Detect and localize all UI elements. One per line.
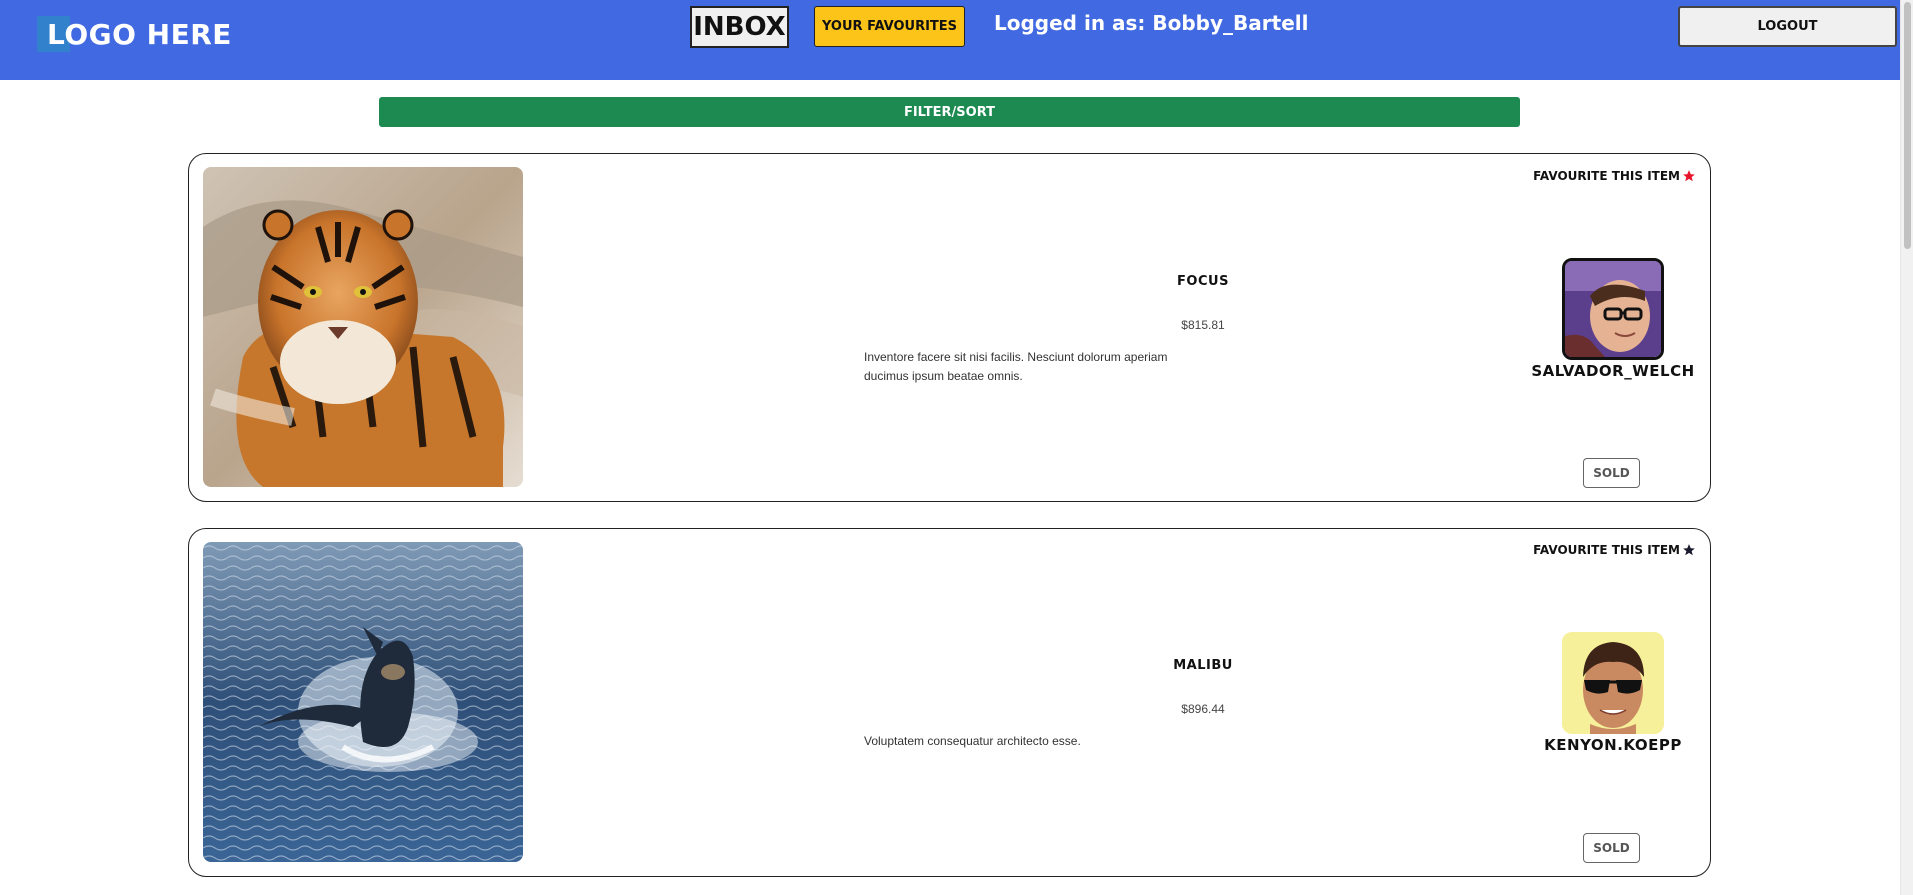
sold-status-button[interactable]: SOLD [1583,458,1640,488]
logged-in-user-text: Logged in as: Bobby_Bartell [994,11,1309,35]
item-price: $815.81 [1181,318,1225,332]
logo[interactable]: LOGO HERE [37,16,232,52]
item-title[interactable]: MALIBU [803,658,1603,673]
tiger-photo[interactable] [203,167,523,487]
seller-username[interactable]: SALVADOR_WELCH [1523,362,1703,380]
seller-info: SALVADOR_WELCH [1523,258,1703,380]
sold-status-button[interactable]: SOLD [1583,833,1640,863]
item-description: Inventore facere sit nisi facilis. Nesci… [864,350,1168,383]
logo-text: LOGO HERE [47,17,232,51]
star-icon[interactable] [1682,543,1696,557]
item-price: $896.44 [1181,702,1225,716]
vertical-scrollbar[interactable] [1900,0,1913,895]
item-card: FOCUS $815.81 Inventore facere sit nisi … [188,153,1711,502]
cartoon-man-sunglasses-avatar[interactable] [1562,632,1664,734]
logout-button[interactable]: LOGOUT [1678,6,1897,47]
inbox-button[interactable]: INBOX [690,6,789,48]
filter-sort-button[interactable]: FILTER/SORT [379,97,1520,127]
your-favourites-button[interactable]: YOUR FAVOURITES [814,6,965,47]
item-description: Voluptatem consequatur architecto esse. [864,734,1081,748]
star-filled-icon[interactable] [1682,169,1696,183]
favourite-label: FAVOURITE THIS ITEM [1533,543,1680,557]
scrollbar-thumb[interactable] [1904,2,1911,249]
seller-username[interactable]: KENYON.KOEPP [1523,736,1703,754]
item-title[interactable]: FOCUS [803,274,1603,289]
seller-info: KENYON.KOEPP [1523,632,1703,754]
man-with-glasses-avatar[interactable] [1562,258,1664,360]
favourite-toggle[interactable]: FAVOURITE THIS ITEM [1533,169,1696,183]
favourite-toggle[interactable]: FAVOURITE THIS ITEM [1533,543,1696,557]
whale-photo[interactable] [203,542,523,862]
top-navbar: LOGO HERE INBOX YOUR FAVOURITES Logged i… [0,0,1900,80]
item-card: MALIBU $896.44 Voluptatem consequatur ar… [188,528,1711,877]
favourite-label: FAVOURITE THIS ITEM [1533,169,1680,183]
